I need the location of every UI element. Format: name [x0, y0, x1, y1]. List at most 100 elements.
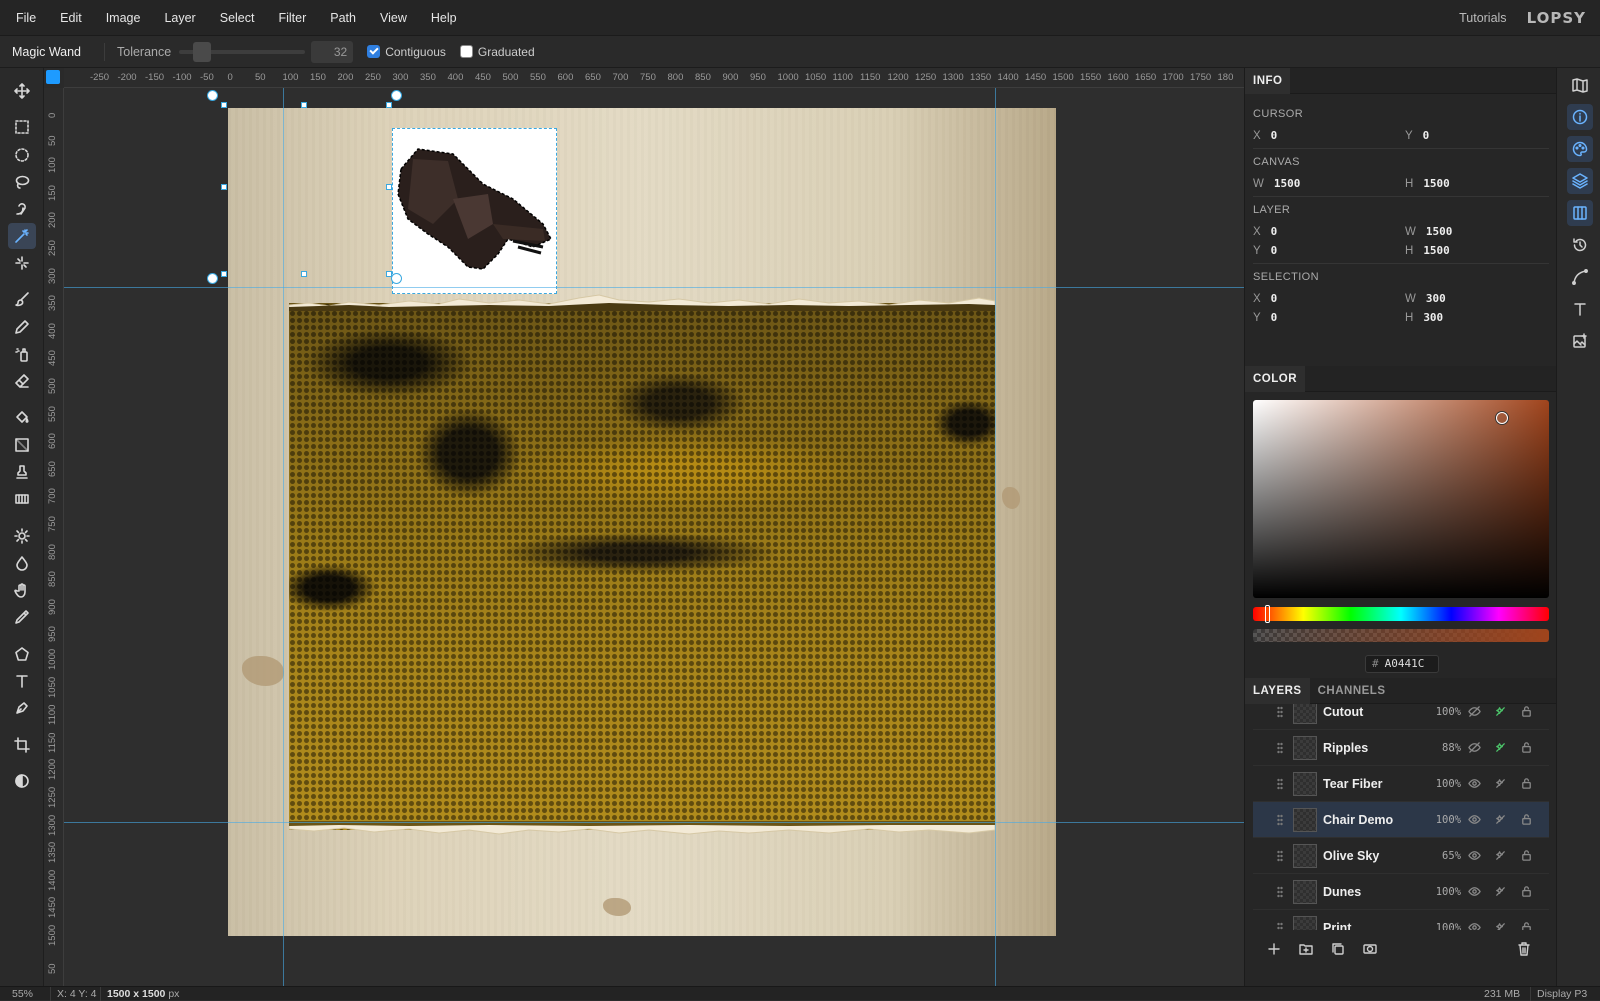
menu-filter[interactable]: Filter	[266, 0, 318, 36]
lock-toggle[interactable]	[1513, 812, 1539, 828]
visibility-toggle[interactable]	[1461, 776, 1487, 792]
ellipse-select-tool[interactable]	[8, 142, 36, 168]
checkbox-checked-icon[interactable]	[367, 45, 381, 58]
tab-layers[interactable]: LAYERS	[1245, 677, 1310, 704]
transform-handle-nw[interactable]	[207, 90, 218, 101]
effects-toggle[interactable]	[1487, 704, 1513, 720]
visibility-toggle[interactable]	[1461, 740, 1487, 756]
selection-handle[interactable]	[221, 184, 227, 190]
menu-file[interactable]: File	[0, 0, 48, 36]
tolerance-slider[interactable]	[179, 41, 306, 62]
add-layer-button[interactable]	[1265, 940, 1283, 958]
menu-image[interactable]: Image	[94, 0, 153, 36]
guide-vertical[interactable]	[995, 88, 996, 986]
hue-slider[interactable]	[1253, 605, 1549, 623]
lasso-tool[interactable]	[8, 169, 36, 195]
gradient-tool[interactable]	[8, 432, 36, 458]
drag-handle-icon[interactable]	[1277, 777, 1283, 790]
guide-horizontal[interactable]	[64, 287, 1244, 288]
tab-info[interactable]: INFO	[1245, 67, 1291, 94]
selection-handle[interactable]	[386, 184, 392, 190]
menu-select[interactable]: Select	[208, 0, 267, 36]
guide-vertical[interactable]	[283, 88, 284, 986]
channels-panel-button[interactable]	[1567, 200, 1593, 226]
stamp-tool[interactable]	[8, 459, 36, 485]
menu-help[interactable]: Help	[419, 0, 469, 36]
effects-toggle[interactable]	[1487, 812, 1513, 828]
tab-color[interactable]: COLOR	[1245, 365, 1306, 392]
transform-handle-sw[interactable]	[207, 273, 218, 284]
selection-handle[interactable]	[386, 102, 392, 108]
menu-edit[interactable]: Edit	[48, 0, 94, 36]
drag-handle-icon[interactable]	[1277, 921, 1283, 930]
transform-handle-ne[interactable]	[391, 90, 402, 101]
color-panel-button[interactable]	[1567, 136, 1593, 162]
transform-handle-se[interactable]	[391, 273, 402, 284]
new-group-button[interactable]	[1297, 940, 1315, 958]
drag-handle-icon[interactable]	[1277, 705, 1283, 718]
lock-toggle[interactable]	[1513, 884, 1539, 900]
spray-tool[interactable]	[8, 341, 36, 367]
tutorials-link[interactable]: Tutorials	[1459, 11, 1506, 25]
selection-handle[interactable]	[301, 102, 307, 108]
visibility-toggle[interactable]	[1461, 884, 1487, 900]
hex-color-input[interactable]: # A0441C	[1365, 655, 1439, 673]
effects-toggle[interactable]	[1487, 776, 1513, 792]
text-tool[interactable]	[8, 668, 36, 694]
selection-handle[interactable]	[386, 271, 392, 277]
effects-toggle[interactable]	[1487, 920, 1513, 930]
layer-row[interactable]: Cutout 100%	[1253, 704, 1549, 730]
selection-handle[interactable]	[221, 271, 227, 277]
dodge-tool[interactable]	[8, 523, 36, 549]
character-panel-button[interactable]	[1567, 296, 1593, 322]
visibility-toggle[interactable]	[1461, 704, 1487, 720]
lock-toggle[interactable]	[1513, 776, 1539, 792]
selection-handle[interactable]	[301, 271, 307, 277]
eraser-tool[interactable]	[8, 368, 36, 394]
shape-tool[interactable]	[8, 641, 36, 667]
drag-handle-icon[interactable]	[1277, 813, 1283, 826]
effects-toggle[interactable]	[1487, 848, 1513, 864]
layer-row[interactable]: Print 100%	[1253, 910, 1549, 930]
visibility-toggle[interactable]	[1461, 812, 1487, 828]
history-panel-button[interactable]	[1567, 232, 1593, 258]
delete-layer-button[interactable]	[1515, 940, 1533, 958]
info-panel-button[interactable]	[1567, 104, 1593, 130]
object-select-tool[interactable]	[8, 250, 36, 276]
document-canvas[interactable]	[228, 108, 1056, 936]
layer-row[interactable]: Chair Demo 100%	[1253, 802, 1549, 838]
tolerance-input[interactable]: 32	[311, 40, 354, 63]
zoom-level[interactable]: 55%	[12, 987, 33, 1001]
picker-cursor[interactable]	[1496, 412, 1508, 424]
alpha-slider[interactable]	[1253, 629, 1549, 642]
canvas-viewport[interactable]	[64, 88, 1244, 986]
eyedropper-tool[interactable]	[8, 604, 36, 630]
rect-select-tool[interactable]	[8, 114, 36, 140]
effects-toggle[interactable]	[1487, 740, 1513, 756]
lock-toggle[interactable]	[1513, 848, 1539, 864]
chair-layer-selection[interactable]	[392, 128, 557, 294]
hue-slider-knob[interactable]	[1265, 605, 1270, 623]
lock-toggle[interactable]	[1513, 920, 1539, 930]
crop-tool[interactable]	[8, 732, 36, 758]
contiguous-checkbox[interactable]: Contiguous	[367, 45, 446, 59]
vertical-ruler[interactable]: 0 50 100 150 200 250 300 350 400 450 500 550 600 650 7…	[44, 88, 64, 986]
pencil-tool[interactable]	[8, 314, 36, 340]
fill-tool[interactable]	[8, 404, 36, 430]
blur-tool[interactable]	[8, 550, 36, 576]
contrast-tool[interactable]	[8, 768, 36, 794]
graduated-checkbox[interactable]: Graduated	[459, 45, 535, 59]
duplicate-layer-button[interactable]	[1329, 940, 1347, 958]
drag-handle-icon[interactable]	[1277, 741, 1283, 754]
selection-handle[interactable]	[221, 102, 227, 108]
visibility-toggle[interactable]	[1461, 848, 1487, 864]
tab-channels[interactable]: CHANNELS	[1310, 678, 1394, 704]
drag-handle-icon[interactable]	[1277, 885, 1283, 898]
paths-panel-button[interactable]	[1567, 264, 1593, 290]
magic-wand-tool[interactable]	[8, 223, 36, 249]
guide-horizontal[interactable]	[64, 822, 1244, 823]
visibility-toggle[interactable]	[1461, 920, 1487, 930]
layer-row[interactable]: Dunes 100%	[1253, 874, 1549, 910]
pattern-tool[interactable]	[8, 486, 36, 512]
brush-tool[interactable]	[8, 286, 36, 312]
